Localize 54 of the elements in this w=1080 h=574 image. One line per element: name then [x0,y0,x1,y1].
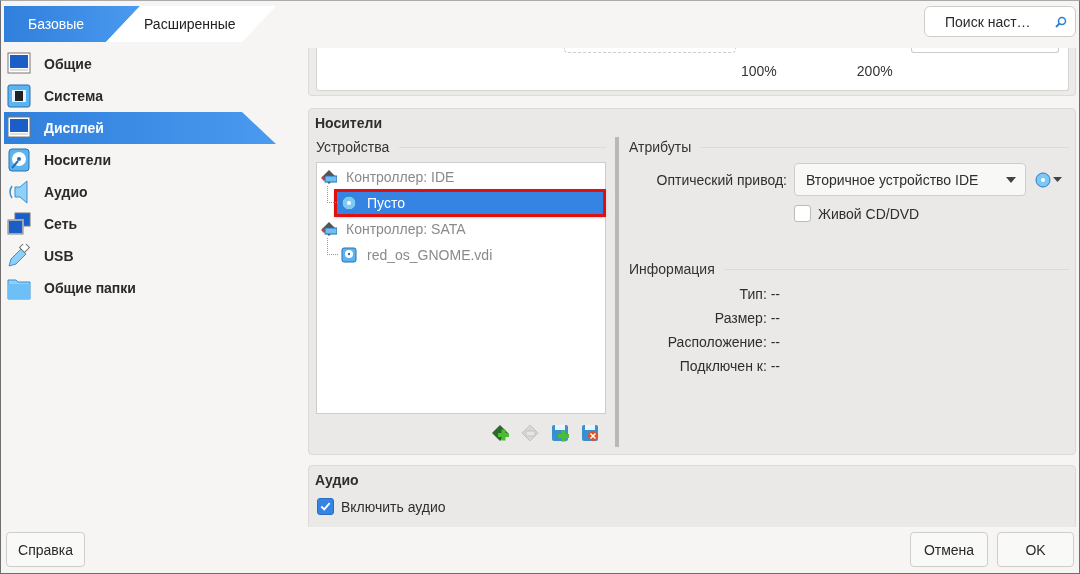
tree-item[interactable]: Контроллер: SATA [317,216,605,242]
group-label: Информация [629,261,715,277]
ok-button[interactable]: OK [997,532,1074,567]
sidebar-item[interactable]: Носители [4,144,276,176]
caret-icon [1006,176,1016,183]
info-line: Размер: -- [714,309,780,328]
group-label: Атрибуты [629,139,692,155]
disc-menu-button[interactable] [1035,171,1062,188]
caret-icon [1053,177,1062,182]
toolbar-button[interactable] [491,424,509,442]
tree-item[interactable]: Контроллер: IDE [317,164,605,190]
sidebar-item[interactable]: Аудио [4,176,276,208]
chip-icon [7,84,31,108]
search-icon [1055,16,1067,28]
section-title: Носители [315,115,383,133]
toolbar-button[interactable] [551,424,569,442]
group-label: Устройства [316,139,390,155]
controller-icon [321,221,337,237]
help-button[interactable]: Справка [6,532,85,567]
checkbox-label: Живой CD/DVD [818,205,920,222]
scale-label: 100% [741,63,777,79]
monitor-icon [7,116,31,140]
sidebar-item[interactable]: USB [4,240,276,272]
folder-icon [7,276,31,300]
checkbox[interactable] [794,205,811,222]
usb-plug-icon [7,244,31,268]
sidebar-item[interactable]: Общие [4,48,276,80]
tab[interactable]: Расширенные [106,6,276,42]
toolbar-button[interactable] [581,424,599,442]
cancel-button[interactable]: Отмена [910,532,988,567]
sidebar-item[interactable]: Система [4,80,276,112]
floppy-plus-icon [551,424,569,442]
sidebar-item[interactable]: Дисплей [4,112,276,144]
disc-icon [1035,171,1051,188]
network-icon [7,212,31,236]
speaker-icon [7,180,31,204]
field-label: Оптический привод: [655,171,787,188]
info-line: Тип: -- [739,285,780,304]
controller-icon [321,169,337,185]
sidebar-item[interactable]: Сеть [4,208,276,240]
controller-icon [521,424,539,442]
floppy-remove-icon [581,424,599,442]
drive-dropdown[interactable]: Вторичное устройство IDE [794,163,1026,196]
info-line: Расположение: -- [667,333,780,352]
search-field[interactable]: Поиск наст… [924,6,1076,37]
info-line: Подключен к: -- [679,357,780,376]
disc-icon [341,195,357,211]
checkbox-label: Включить аудио [341,498,446,515]
monitor-icon [7,52,31,76]
sidebar-item[interactable]: Общие папки [4,272,276,304]
add-controller-icon [491,424,509,442]
section-title: Аудио [315,472,360,490]
scale-label: 200% [856,63,893,79]
checkbox[interactable] [317,498,334,515]
